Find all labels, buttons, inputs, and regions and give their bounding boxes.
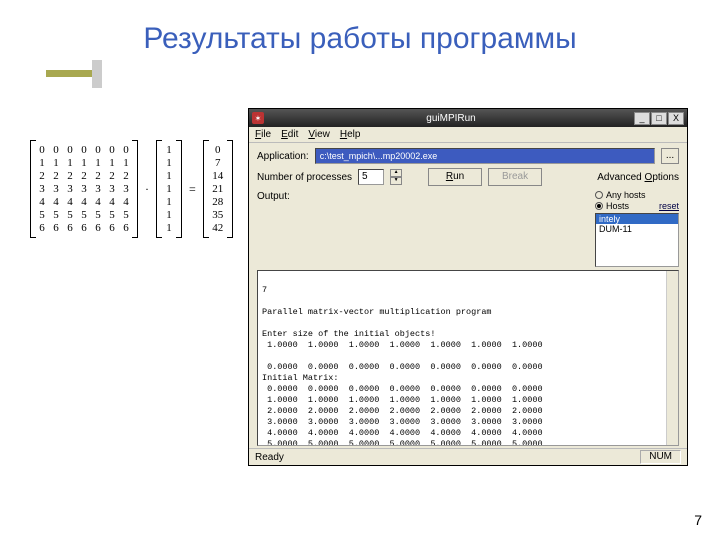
menu-edit[interactable]: Edit (281, 129, 298, 140)
any-hosts-radio[interactable]: Any hosts (595, 190, 679, 200)
hosts-label: Hosts (606, 201, 629, 211)
output-label: Output: (257, 190, 290, 202)
maximize-button[interactable]: □ (651, 112, 667, 125)
host-item[interactable]: DUM-11 (596, 224, 678, 234)
numproc-label: Number of processes (257, 172, 352, 183)
any-hosts-label: Any hosts (606, 190, 646, 200)
app-window: ✶ guiMPIRun _ □ X File Edit View Help Ap… (248, 108, 688, 466)
dot-symbol: · (142, 182, 152, 197)
matrix-equation: 0000000111111122222223333333444444455555… (30, 140, 233, 238)
browse-button[interactable]: ... (661, 148, 679, 164)
window-title: guiMPIRun (268, 113, 634, 124)
menubar: File Edit View Help (249, 127, 687, 143)
titlebar[interactable]: ✶ guiMPIRun _ □ X (249, 109, 687, 127)
reset-link[interactable]: reset (659, 201, 679, 211)
break-button[interactable]: Break (488, 168, 542, 186)
run-button[interactable]: Run (428, 168, 482, 186)
title-accent-bar-2 (92, 60, 102, 88)
close-button[interactable]: X (668, 112, 684, 125)
application-label: Application: (257, 151, 309, 162)
toolbar: Application: c:\test_mpich\...mp20002.ex… (249, 143, 687, 270)
application-input[interactable]: c:\test_mpich\...mp20002.exe (315, 148, 655, 164)
app-icon: ✶ (252, 112, 264, 124)
equals-symbol: = (186, 182, 199, 197)
numproc-input[interactable]: 5 (358, 169, 384, 185)
vector-b: 071421283542 (203, 140, 233, 238)
advanced-options-link[interactable]: Advanced Options (597, 172, 679, 183)
menu-file[interactable]: File (255, 129, 271, 140)
matrix-A: 0000000111111122222223333333444444455555… (30, 140, 138, 238)
hosts-list[interactable]: intely DUM-11 (595, 213, 679, 267)
page-number: 7 (694, 512, 702, 528)
slide-title: Результаты работы программы (0, 0, 720, 56)
statusbar: Ready NUM (249, 448, 687, 465)
menu-view[interactable]: View (308, 129, 330, 140)
hosts-radio[interactable]: Hosts reset (595, 201, 679, 211)
output-console[interactable]: 7 Parallel matrix-vector multiplication … (257, 270, 679, 446)
status-num: NUM (640, 450, 681, 464)
menu-help[interactable]: Help (340, 129, 361, 140)
scrollbar[interactable] (666, 271, 678, 445)
numproc-spinner[interactable]: ▲▼ (390, 169, 402, 185)
status-ready: Ready (255, 452, 284, 463)
host-item[interactable]: intely (596, 214, 678, 224)
minimize-button[interactable]: _ (634, 112, 650, 125)
vector-x: 1111111 (156, 140, 182, 238)
hosts-panel: Any hosts Hosts reset intely DUM-11 (595, 190, 679, 267)
